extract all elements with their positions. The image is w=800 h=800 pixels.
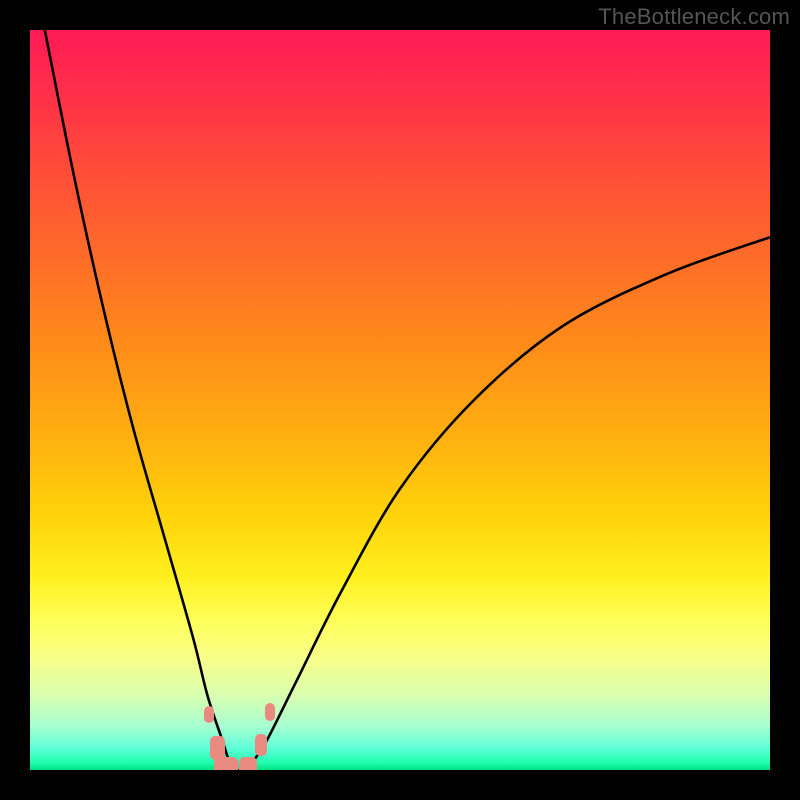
curve-marker xyxy=(214,757,238,770)
curve-marker xyxy=(265,703,275,721)
curve-markers xyxy=(30,30,770,770)
curve-marker xyxy=(204,706,214,722)
watermark-text: TheBottleneck.com xyxy=(598,4,790,30)
plot-area xyxy=(30,30,770,770)
curve-marker xyxy=(239,757,257,770)
curve-marker xyxy=(210,736,225,760)
curve-marker xyxy=(255,734,267,756)
chart-frame: TheBottleneck.com xyxy=(0,0,800,800)
